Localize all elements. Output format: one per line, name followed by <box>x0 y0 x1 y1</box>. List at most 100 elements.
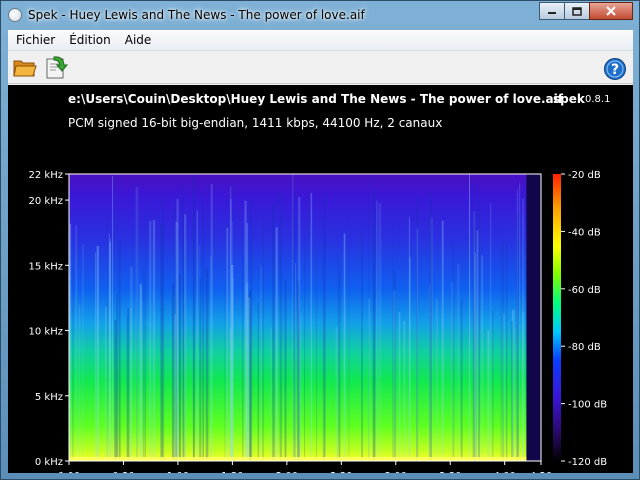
app-window: Spek - Huey Lewis and The News - The pow… <box>0 0 640 480</box>
x-tick-label: 2:30 <box>330 471 352 473</box>
spectrogram-streak <box>270 327 272 461</box>
x-tick-label: 3:00 <box>385 471 407 473</box>
spectrogram-streak <box>487 330 490 461</box>
spectrogram-streak <box>476 230 479 461</box>
spectrogram-streak <box>376 200 378 461</box>
spectrogram-streak <box>182 184 185 461</box>
spectrogram-streak <box>295 263 296 461</box>
spectrogram-streak <box>275 227 278 461</box>
spectrogram-chart: 0 kHz5 kHz10 kHz15 kHz20 kHz22 kHz 0:000… <box>29 170 608 473</box>
y-tick-label: 20 kHz <box>29 196 63 207</box>
spectrogram-streak <box>409 257 411 461</box>
menu-fichier[interactable]: Fichier <box>10 33 61 47</box>
help-button[interactable]: ? <box>601 55 629 83</box>
time-axis: 0:00 0:30 1:00 1:30 2:00 2:30 3:00 3:30 4:00 4:20 <box>58 461 552 473</box>
spectrogram-streak <box>304 235 305 461</box>
help-icon: ? <box>604 58 626 80</box>
spectrogram-streak <box>441 220 444 461</box>
spectrogram-streak <box>242 256 244 461</box>
spectrogram-streak <box>335 326 338 461</box>
spectrogram-streak <box>343 233 346 461</box>
spectrogram-streak <box>492 310 494 461</box>
spectrogram-streak <box>298 197 301 461</box>
spectrogram-streak <box>75 225 77 461</box>
spectrogram-streak <box>361 230 363 461</box>
spectrogram-streak <box>249 202 253 461</box>
spectrogram-streak <box>232 277 234 461</box>
spectrogram-streak <box>82 243 84 461</box>
save-button[interactable] <box>42 53 70 81</box>
app-icon <box>8 8 22 22</box>
spectrogram-streak <box>516 213 519 461</box>
spectrogram-streak <box>322 225 324 461</box>
menu-aide[interactable]: Aide <box>119 33 158 47</box>
spectrogram-streak <box>114 320 117 461</box>
minimize-icon <box>548 12 556 14</box>
x-tick-label: 4:20 <box>530 471 552 473</box>
spectrogram-streak <box>174 314 177 461</box>
spectrogram-streak <box>118 239 121 461</box>
colorbar-tick-label: -120 dB <box>568 457 607 468</box>
colorbar-tick-label: -20 dB <box>568 170 601 181</box>
spectrogram-streak <box>460 300 463 461</box>
spectrogram-streak <box>130 307 132 461</box>
client-area: Fichier Édition Aide ? e:\Users\Couin\De… <box>8 30 633 473</box>
spectrogram-streak <box>522 198 525 461</box>
x-tick-label: 0:30 <box>112 471 134 473</box>
spectrogram-streak <box>416 228 418 461</box>
menu-bar: Fichier Édition Aide <box>8 30 633 51</box>
spectrogram-streak <box>393 290 396 461</box>
frequency-axis: 0 kHz 5 kHz 10 kHz 15 kHz 20 kHz 22 kHz <box>29 170 69 468</box>
spectrogram-plot-area <box>68 173 542 462</box>
spectrogram-streak <box>210 183 213 461</box>
spectrogram-streak <box>516 189 518 461</box>
open-button[interactable] <box>11 53 39 81</box>
y-tick-label: 15 kHz <box>29 261 63 272</box>
spectrogram-streak <box>205 268 209 461</box>
low-frequency-band <box>69 457 527 461</box>
spectrogram-streak <box>135 187 139 461</box>
maximize-icon <box>572 6 582 16</box>
spectrogram-streak <box>224 282 226 461</box>
spectrogram-streak <box>95 252 97 461</box>
spectrogram-streak <box>160 223 163 461</box>
menu-edition[interactable]: Édition <box>63 33 117 47</box>
spectrogram-streak <box>279 190 283 461</box>
spectrogram-streak <box>519 183 521 461</box>
db-colorbar: -20 dB -40 dB -60 dB -80 dB -100 dB -120 dB <box>553 170 607 468</box>
spectrogram-streak <box>139 284 142 461</box>
spectrogram-streak <box>262 214 265 461</box>
spectrogram-streak <box>226 227 229 461</box>
spectrogram-streak <box>378 203 382 461</box>
title-bar[interactable]: Spek - Huey Lewis and The News - The pow… <box>1 1 639 29</box>
spectrogram-streak <box>503 313 505 461</box>
spectrogram-streak <box>316 247 317 461</box>
spectrogram-streak <box>429 192 432 461</box>
spectrogram-streak <box>257 303 259 461</box>
x-tick-label: 4:00 <box>493 471 515 473</box>
spectrogram-streak <box>171 283 175 461</box>
svg-text:?: ? <box>611 62 619 78</box>
spectrogram-streak <box>284 280 287 461</box>
spectrogram-streak <box>451 282 454 461</box>
maximize-button[interactable] <box>564 2 590 20</box>
spectrogram-streak <box>272 203 275 461</box>
spectrogram-streak <box>196 210 198 461</box>
spectrogram-streak <box>192 174 195 461</box>
spectrogram-streak <box>162 192 165 461</box>
spectrogram-streak <box>310 193 313 461</box>
spectrogram-streak <box>112 176 113 461</box>
minimize-button[interactable] <box>539 2 565 20</box>
spectrogram-streak <box>472 182 475 461</box>
x-tick-label: 2:00 <box>276 471 298 473</box>
close-button[interactable] <box>589 2 633 20</box>
spectrogram-streak <box>293 192 296 461</box>
spectrogram-streak <box>260 265 262 461</box>
y-tick-label: 5 kHz <box>35 392 63 403</box>
save-icon <box>46 56 68 79</box>
spectrogram-streak <box>127 308 130 461</box>
colorbar-tick-label: -40 dB <box>568 227 601 238</box>
spectrogram-streak <box>184 214 187 461</box>
window-title: Spek - Huey Lewis and The News - The pow… <box>28 8 365 22</box>
spectrogram-streak <box>244 200 247 461</box>
